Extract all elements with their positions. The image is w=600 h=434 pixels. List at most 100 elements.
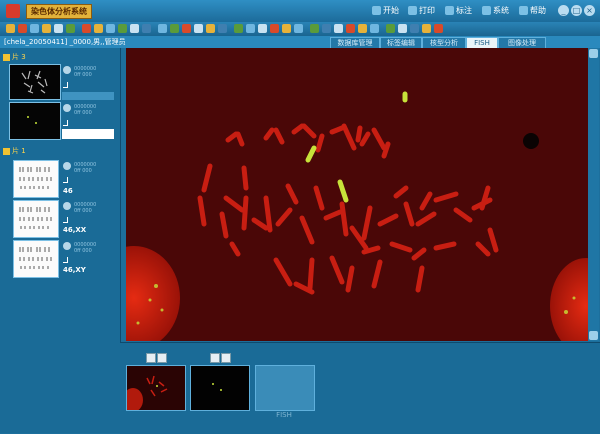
channel-thumbnail-composite[interactable] [123,365,186,412]
channel-thumbnail-empty[interactable] [255,365,315,411]
minimize-button[interactable]: _ [558,5,569,16]
folder-icon [3,53,10,61]
channel-toggle[interactable] [221,353,231,363]
probe-preview [212,383,222,391]
toolbar-button[interactable] [106,24,115,33]
toolbar-button[interactable] [142,24,151,33]
group-slide-1[interactable]: 片 1 [3,146,26,156]
toolbar-button[interactable] [42,24,51,33]
bracket-icon [63,120,68,126]
toolbar-button[interactable] [282,24,291,33]
toolbar-button[interactable] [246,24,255,33]
maximize-button[interactable]: □ [571,5,582,16]
channel-toggle[interactable] [210,353,220,363]
close-button[interactable]: × [584,5,595,16]
karyotype-preview [19,167,52,189]
toolbar-button[interactable] [386,24,395,33]
toolbar-button[interactable] [218,24,227,33]
toolbar-button[interactable] [410,24,419,33]
tab-image-processing[interactable]: 图像处理 [498,37,546,48]
toolbar-button[interactable] [370,24,379,33]
item-info-line: 0ff 000 [74,208,92,214]
toolbar-button[interactable] [182,24,191,33]
group-slide-3[interactable]: 片 3 [3,52,26,62]
scroll-up-button[interactable] [589,49,598,58]
vertical-scrollbar[interactable] [588,48,599,341]
toolbar-button[interactable] [270,24,279,33]
thumbnail-karyotype-3[interactable] [13,240,59,278]
fish-caption: FISH [276,411,292,419]
toolbar-button[interactable] [322,24,331,33]
slide-info-icon [63,66,71,74]
toolbar-button[interactable] [358,24,367,33]
toolbar-button[interactable] [158,24,167,33]
thumbnail-dark-fish[interactable] [9,102,61,140]
karyotype-label: 46 [63,187,73,195]
toolbar-button[interactable] [82,24,91,33]
slide-info-icon [63,242,71,250]
tab-label-edit[interactable]: 标签编辑 [380,37,422,48]
channel-thumbnail-probe[interactable] [190,365,250,411]
app-logo [6,4,20,18]
slide-info-icon [63,104,71,112]
menu-print[interactable]: 打印 [408,6,435,16]
bracket-icon [63,217,68,223]
karyotype-label: 46,XY [63,266,86,274]
composite-preview [123,375,168,412]
tab-fish[interactable]: FISH [466,37,498,48]
toolbar-button[interactable] [294,24,303,33]
system-icon [482,6,491,15]
toolbar-button[interactable] [54,24,63,33]
metaphase-preview [21,70,48,94]
toolbar-button[interactable] [194,24,203,33]
scroll-down-button[interactable] [589,331,598,340]
toolbar-button[interactable] [130,24,139,33]
bracket-icon [63,257,68,263]
karyotype-label: 46,XX [63,226,87,234]
fish-metaphase-image [126,48,588,341]
toolbar-button[interactable] [346,24,355,33]
karyotype-preview [19,247,52,269]
toolbar-button[interactable] [398,24,407,33]
toolbar-button[interactable] [422,24,431,33]
fish-preview [27,116,37,124]
karyotype-preview [19,207,52,229]
slide-info-icon [63,202,71,210]
toolbar-button[interactable] [434,24,443,33]
start-icon [372,6,381,15]
toolbar-button[interactable] [18,24,27,33]
menu-start[interactable]: 开始 [372,6,399,16]
menu-system[interactable]: 系统 [482,6,509,16]
thumbnail-karyotype-2[interactable] [13,200,59,238]
tab-database[interactable]: 数据库管理 [330,37,380,48]
item-info-line: 0ff 000 [74,248,92,254]
item-info-line: 0ff 000 [74,72,92,78]
help-icon [519,6,528,15]
channel-toggle[interactable] [157,353,167,363]
toolbar-button[interactable] [118,24,127,33]
item-info-line: 0ff 000 [74,168,92,174]
toolbar-button[interactable] [258,24,267,33]
print-icon [408,6,417,15]
slide-info-icon [63,162,71,170]
channel-toggle[interactable] [146,353,156,363]
toolbar-button[interactable] [6,24,15,33]
folder-icon [3,147,10,155]
toolbar-button[interactable] [170,24,179,33]
menu-help[interactable]: 帮助 [519,6,546,16]
toolbar-button[interactable] [66,24,75,33]
toolbar-button[interactable] [234,24,243,33]
toolbar-button[interactable] [94,24,103,33]
fish-image-view[interactable] [126,48,588,341]
item-name-field[interactable] [62,129,114,139]
toolbar-button[interactable] [334,24,343,33]
thumbnail-karyotype-1[interactable] [13,160,59,198]
toolbar-button[interactable] [30,24,39,33]
item-label-bar [62,92,114,100]
tab-karyotype[interactable]: 核型分析 [422,37,466,48]
menu-annotate[interactable]: 标注 [445,6,472,16]
toolbar-button[interactable] [310,24,319,33]
thumbnail-dark-metaphase[interactable] [9,64,61,100]
bracket-icon [63,82,68,88]
toolbar-button[interactable] [206,24,215,33]
